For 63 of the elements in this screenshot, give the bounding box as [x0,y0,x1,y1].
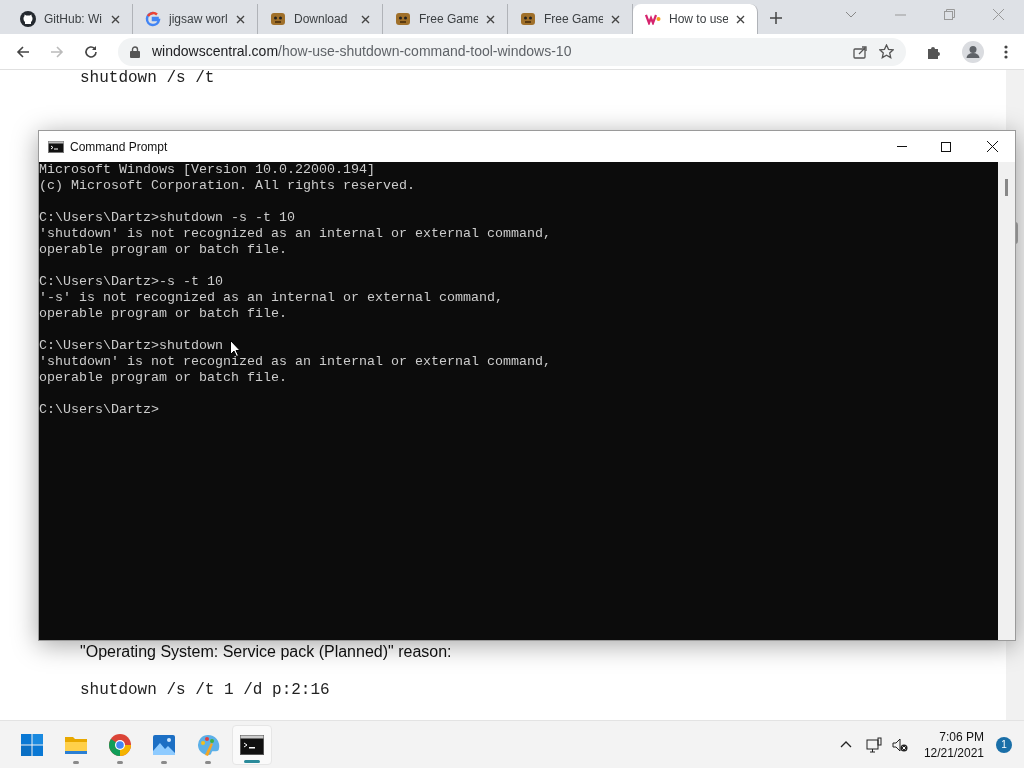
console-line: C:\Users\Dartz>-s -t 10 [39,274,223,290]
palette-icon [196,732,220,757]
console-line: Microsoft Windows [Version 10.0.22000.194] [39,162,375,178]
window-title: Command Prompt [70,138,168,156]
tab-title: Download [294,11,349,28]
back-arrow-icon[interactable] [16,44,30,59]
notification-count[interactable]: 1 [996,736,1012,753]
code-line: shutdown /s /t [79,68,216,89]
close-icon[interactable] [361,14,370,24]
github-icon [20,11,36,27]
console-line: (c) Microsoft Corporation. All rights reserved. [39,178,415,194]
console-line: operable program or batch file. [39,242,287,258]
logo-icon [645,13,661,25]
chevron-up-icon[interactable] [839,741,852,748]
console-line: 'shutdown' is not recognized as an internal or external command, [39,354,551,370]
code-line: shutdown /s /t 1 /d p:2:16 [79,680,331,701]
scrollbar-thumb[interactable] [1005,179,1008,196]
tab-title: How to use [669,11,728,28]
more-vertical-icon[interactable] [1004,44,1008,59]
chrome-icon [108,732,132,757]
console-line: C:\Users\Dartz>shutdown -s -t 10 [39,210,295,226]
taskbar-app[interactable] [232,724,272,765]
close-icon[interactable] [736,14,745,24]
windows-icon [20,732,44,757]
clock[interactable]: 7:06 PM 12/21/2021 [923,728,984,761]
close-icon[interactable] [236,14,245,24]
console-app-icon [48,140,64,153]
console-line: C:\Users\Dartz>shutdown [39,338,223,354]
muted-speaker-icon[interactable] [891,736,908,753]
mountain-icon [152,733,176,756]
creature-icon [395,11,411,27]
creature-icon [520,11,536,27]
avatar-icon[interactable] [962,40,984,63]
lock-icon [130,45,140,58]
close-icon[interactable] [111,14,120,24]
console-scrollbar[interactable] [998,162,1015,640]
close-icon[interactable] [987,141,998,152]
share-icon[interactable] [853,44,867,59]
reload-icon[interactable] [84,44,98,59]
console-line: operable program or batch file. [39,370,287,386]
google-icon [145,11,161,27]
console-line: 'shutdown' is not recognized as an internal or external command, [39,226,551,242]
close-icon[interactable] [611,14,620,24]
url-text: windowscentral.com/how-use-shutdown-command-tool-windows-10 [152,42,573,61]
tab-title: jigsaw worl [169,11,228,28]
address-bar[interactable]: windowscentral.com/how-use-shutdown-command-tool-windows-10 [118,37,906,66]
maximize-icon[interactable] [941,141,951,152]
console-line: C:\Users\Dartz> [39,402,159,418]
creature-icon [270,11,286,27]
plus-icon[interactable] [770,12,782,24]
clock-date: 12/21/2021 [923,744,984,761]
network-icon[interactable] [865,736,882,753]
tab-title: GitHub: Wi [44,11,103,28]
close-icon[interactable] [486,14,495,24]
browser-tab[interactable]: How to use [633,4,758,34]
console-line: operable program or batch file. [39,306,287,322]
console-line: '-s' is not recognized as an internal or external command, [39,290,503,306]
mouse-pointer-icon [230,340,241,357]
chevron-down-icon[interactable] [845,11,857,18]
clock-time: 7:06 PM [939,728,984,745]
article-paragraph: "Operating System: Service pack (Planned)" reason: [79,642,453,662]
star-icon[interactable] [879,44,894,59]
terminal-icon [240,734,264,755]
